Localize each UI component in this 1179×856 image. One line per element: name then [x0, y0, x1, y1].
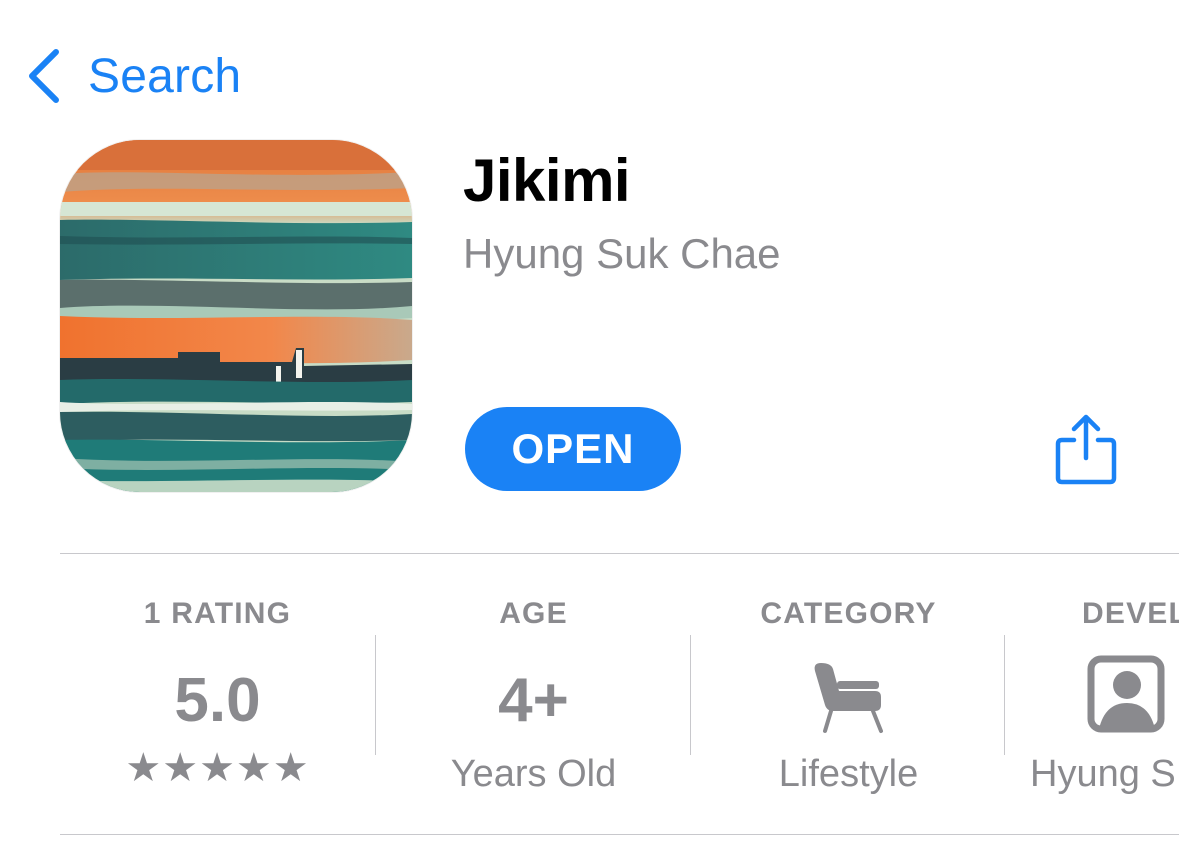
- app-icon: [60, 140, 412, 492]
- age-sub: Years Old: [450, 753, 617, 795]
- back-label: Search: [88, 49, 242, 103]
- rating-cell: 1 RATING 5.0 ★★★★★: [60, 555, 375, 833]
- info-strip[interactable]: 1 RATING 5.0 ★★★★★ AGE 4+ Years Old CATE…: [60, 555, 1179, 833]
- developer-caption: DEVEL: [1082, 597, 1179, 630]
- rating-value: 5.0: [174, 666, 261, 735]
- category-caption: CATEGORY: [760, 597, 937, 630]
- developer-sub: Hyung S: [1030, 753, 1176, 795]
- chevron-left-icon: [24, 46, 64, 106]
- person-icon: [1085, 655, 1179, 735]
- category-cell: CATEGORY Lifestyle: [691, 555, 1006, 833]
- rating-stars: ★★★★★: [125, 746, 310, 790]
- chair-icon: [691, 655, 1006, 735]
- app-store-page: Search Jikimi Hyung Suk Chae OPEN 1 RATI…: [0, 0, 1179, 856]
- top-divider: [60, 553, 1179, 554]
- category-sub: Lifestyle: [778, 753, 919, 795]
- share-button[interactable]: [1052, 412, 1120, 488]
- age-caption: AGE: [499, 597, 568, 630]
- bottom-divider: [60, 834, 1179, 835]
- app-title: Jikimi: [463, 147, 631, 214]
- share-icon: [1052, 414, 1120, 492]
- developer-link[interactable]: Hyung Suk Chae: [463, 230, 781, 278]
- developer-cell: DEVEL Hyung S: [1005, 555, 1179, 833]
- age-value: 4+: [498, 666, 569, 735]
- age-cell: AGE 4+ Years Old: [376, 555, 691, 833]
- rating-caption: 1 RATING: [143, 597, 292, 630]
- open-button[interactable]: OPEN: [465, 407, 681, 491]
- back-button[interactable]: Search: [24, 44, 241, 108]
